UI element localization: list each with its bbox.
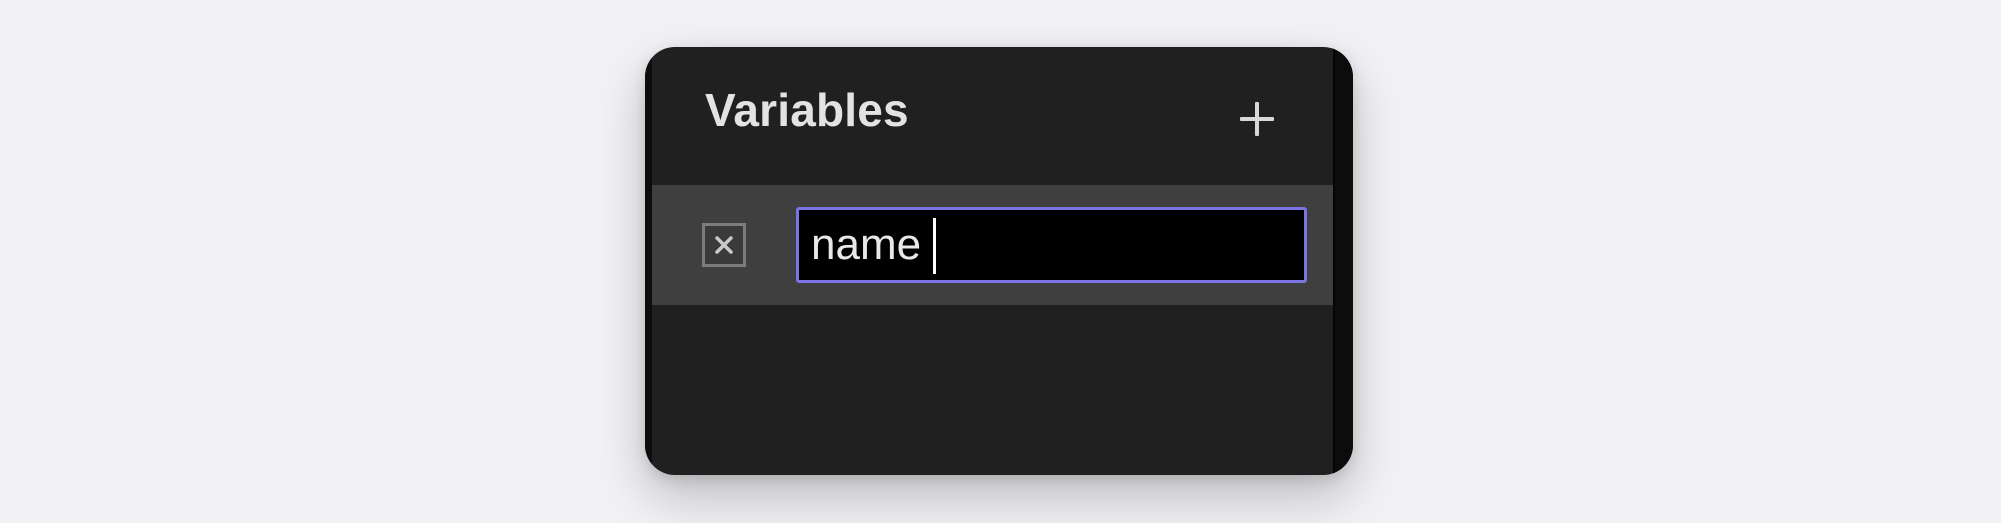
- delete-variable-icon[interactable]: [702, 223, 746, 267]
- variable-row[interactable]: [652, 185, 1333, 305]
- text-caret: [933, 218, 936, 274]
- close-box-icon: [715, 236, 733, 254]
- panel-left-edge: [645, 47, 652, 475]
- variables-panel: Variables: [645, 47, 1353, 475]
- add-variable-button[interactable]: [1225, 89, 1285, 149]
- panel-scrollbar-track[interactable]: [1333, 47, 1353, 475]
- variable-name-input[interactable]: [796, 207, 1307, 283]
- plus-icon-vertical-bar: [1255, 102, 1259, 136]
- panel-title: Variables: [705, 84, 909, 136]
